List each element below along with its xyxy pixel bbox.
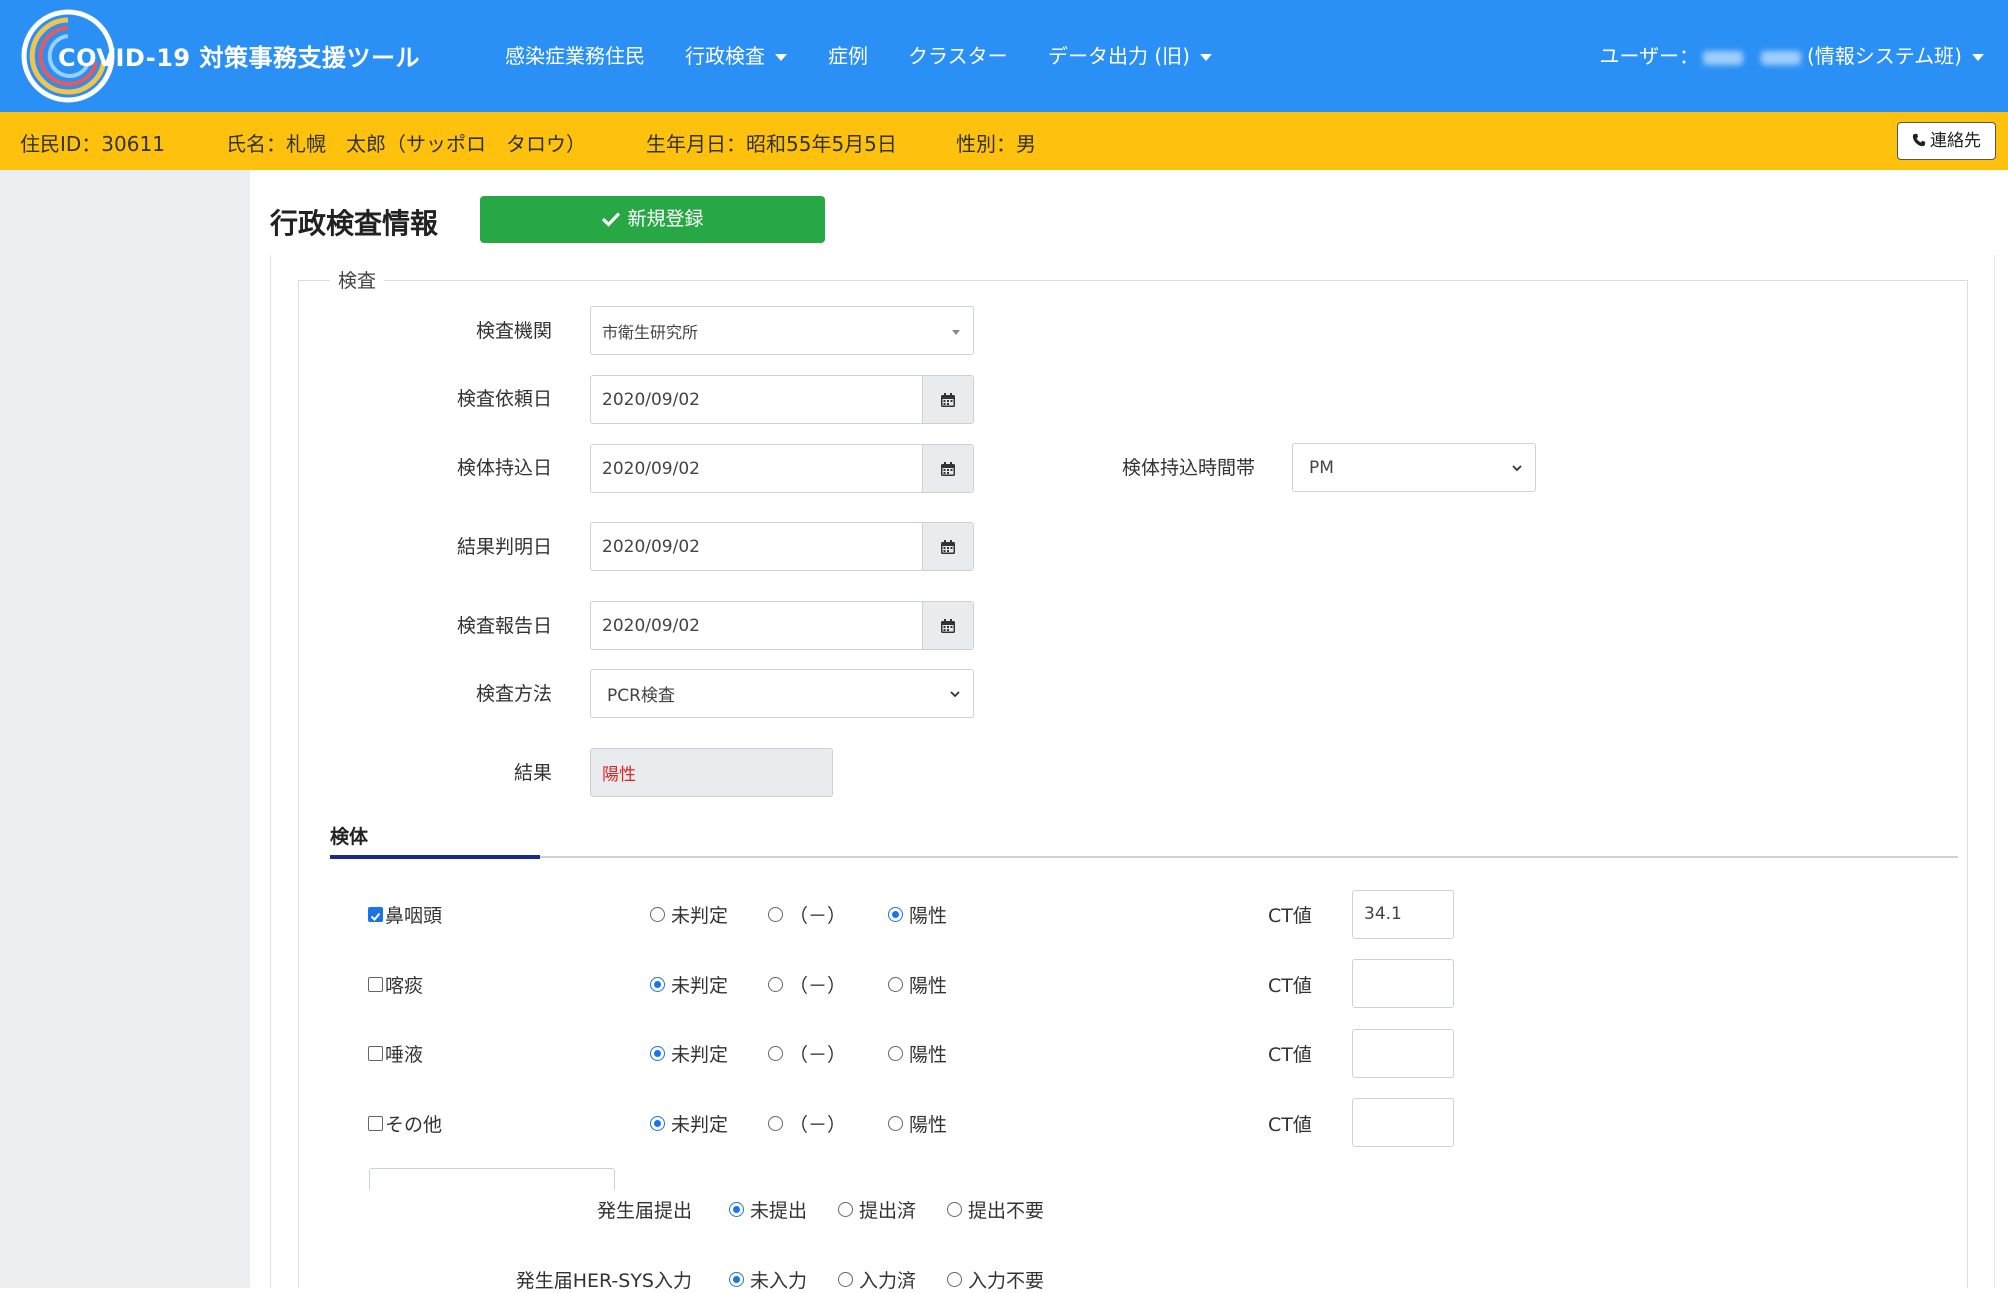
- report-date-input[interactable]: 2020/09/02: [590, 601, 974, 650]
- specimen-saliva-checkbox[interactable]: 唾液: [368, 1040, 423, 1067]
- submit-submitted-radio[interactable]: 提出済: [838, 1196, 916, 1223]
- redacted-given-name: [1760, 50, 1801, 65]
- notification-submit-label: 発生届提出: [596, 1200, 692, 1222]
- result-date-input[interactable]: 2020/09/02: [590, 522, 974, 571]
- resident-name: 氏名：札幌 太郎（サッポロ タロウ）: [226, 132, 586, 156]
- checkbox-unchecked-icon: [368, 977, 383, 992]
- ct-label: CT値: [1268, 975, 1312, 997]
- sidebar: [0, 170, 250, 1288]
- caret-down-icon: [1972, 54, 1984, 61]
- tab-specimen[interactable]: 検体: [330, 822, 368, 849]
- result-field: 陽性: [590, 748, 833, 797]
- hersys-not-entered-radio[interactable]: 未入力: [729, 1266, 807, 1293]
- lab-label: 検査機関: [475, 320, 552, 342]
- nasopharynx-negative-radio[interactable]: （－）: [768, 901, 846, 928]
- bring-date-input[interactable]: 2020/09/02: [590, 444, 974, 493]
- nav-data-export[interactable]: データ出力 (旧): [1048, 40, 1212, 69]
- calendar-icon: [941, 461, 955, 476]
- lab-select[interactable]: 市衛生研究所: [590, 306, 974, 355]
- specimen-nasopharynx-checkbox[interactable]: 鼻咽頭: [368, 901, 442, 928]
- nav-residents[interactable]: 感染症業務住民: [505, 40, 645, 69]
- result-date-label: 結果判明日: [456, 536, 552, 558]
- calendar-icon: [941, 618, 955, 633]
- checkbox-checked-icon: [368, 907, 383, 922]
- calendar-icon: [941, 539, 955, 554]
- panel-border: [270, 255, 271, 1288]
- nav-cases[interactable]: 症例: [828, 40, 868, 69]
- caret-down-icon: [775, 54, 787, 61]
- nav-clusters[interactable]: クラスター: [908, 40, 1008, 69]
- caret-down-icon: [1199, 54, 1212, 61]
- page-title: 行政検査情報: [270, 207, 439, 240]
- saliva-negative-radio[interactable]: （－）: [768, 1040, 846, 1067]
- sputum-positive-radio[interactable]: 陽性: [888, 971, 947, 998]
- sputum-negative-radio[interactable]: （－）: [768, 971, 846, 998]
- sputum-ct-input[interactable]: [1352, 959, 1454, 1008]
- check-icon: [602, 212, 621, 227]
- caret-down-icon: [952, 329, 960, 335]
- calendar-button[interactable]: [922, 445, 973, 492]
- redacted-surname: [1702, 50, 1743, 65]
- hersys-not-required-radio[interactable]: 入力不要: [947, 1266, 1044, 1293]
- ct-label: CT値: [1268, 1114, 1312, 1136]
- saliva-ct-input[interactable]: [1352, 1029, 1454, 1078]
- saliva-positive-radio[interactable]: 陽性: [888, 1040, 947, 1067]
- panel-border: [1994, 255, 1995, 1288]
- other-undetermined-radio[interactable]: 未判定: [650, 1110, 728, 1137]
- method-select[interactable]: PCR検査: [590, 669, 974, 718]
- exam-legend: 検査: [330, 266, 385, 293]
- specimen-other-checkbox[interactable]: その他: [368, 1110, 442, 1137]
- chevron-down-icon: [950, 690, 960, 697]
- saliva-undetermined-radio[interactable]: 未判定: [650, 1040, 728, 1067]
- hersys-label: 発生届HER-SYS入力: [515, 1270, 692, 1292]
- nav-admin-test[interactable]: 行政検査: [685, 40, 787, 69]
- calendar-button[interactable]: [922, 602, 973, 649]
- checkbox-unchecked-icon: [368, 1116, 383, 1131]
- calendar-icon: [941, 392, 955, 407]
- app-title[interactable]: COVID-19 対策事務支援ツール: [58, 38, 420, 73]
- new-registration-button[interactable]: 新規登録: [480, 196, 825, 243]
- sputum-undetermined-radio[interactable]: 未判定: [650, 971, 728, 998]
- request-date-label: 検査依頼日: [456, 388, 552, 410]
- resident-id: 住民ID：30611: [20, 132, 165, 156]
- resident-birthdate: 生年月日：昭和55年5月5日: [646, 132, 897, 156]
- other-negative-radio[interactable]: （－）: [768, 1110, 846, 1137]
- chevron-down-icon: [1512, 464, 1522, 471]
- report-date-label: 検査報告日: [456, 615, 552, 637]
- bring-date-label: 検体持込日: [456, 457, 552, 479]
- resident-sex: 性別：男: [956, 132, 1036, 156]
- checkbox-unchecked-icon: [368, 1046, 383, 1061]
- bring-time-select[interactable]: PM: [1292, 443, 1536, 492]
- specimen-sputum-checkbox[interactable]: 喀痰: [368, 971, 423, 998]
- result-label: 結果: [513, 762, 552, 784]
- bring-time-label: 検体持込時間帯: [1121, 457, 1255, 479]
- contact-button[interactable]: 連絡先: [1897, 122, 1996, 160]
- method-label: 検査方法: [475, 683, 552, 705]
- user-menu[interactable]: ユーザー： (情報システム班): [1599, 40, 1984, 69]
- other-ct-input[interactable]: [1352, 1098, 1454, 1147]
- ct-label: CT値: [1268, 905, 1312, 927]
- phone-icon: [1912, 133, 1926, 147]
- tab-active-indicator: [330, 855, 540, 859]
- submit-not-required-radio[interactable]: 提出不要: [947, 1196, 1044, 1223]
- ct-label: CT値: [1268, 1044, 1312, 1066]
- hersys-entered-radio[interactable]: 入力済: [838, 1266, 916, 1293]
- submit-not-submitted-radio[interactable]: 未提出: [729, 1196, 807, 1223]
- nasopharynx-ct-input[interactable]: 34.1: [1352, 890, 1454, 939]
- tab-divider: [330, 856, 1958, 858]
- nasopharynx-undetermined-radio[interactable]: 未判定: [650, 901, 728, 928]
- calendar-button[interactable]: [922, 376, 973, 423]
- nasopharynx-positive-radio[interactable]: 陽性: [888, 901, 947, 928]
- other-positive-radio[interactable]: 陽性: [888, 1110, 947, 1137]
- calendar-button[interactable]: [922, 523, 973, 570]
- request-date-input[interactable]: 2020/09/02: [590, 375, 974, 424]
